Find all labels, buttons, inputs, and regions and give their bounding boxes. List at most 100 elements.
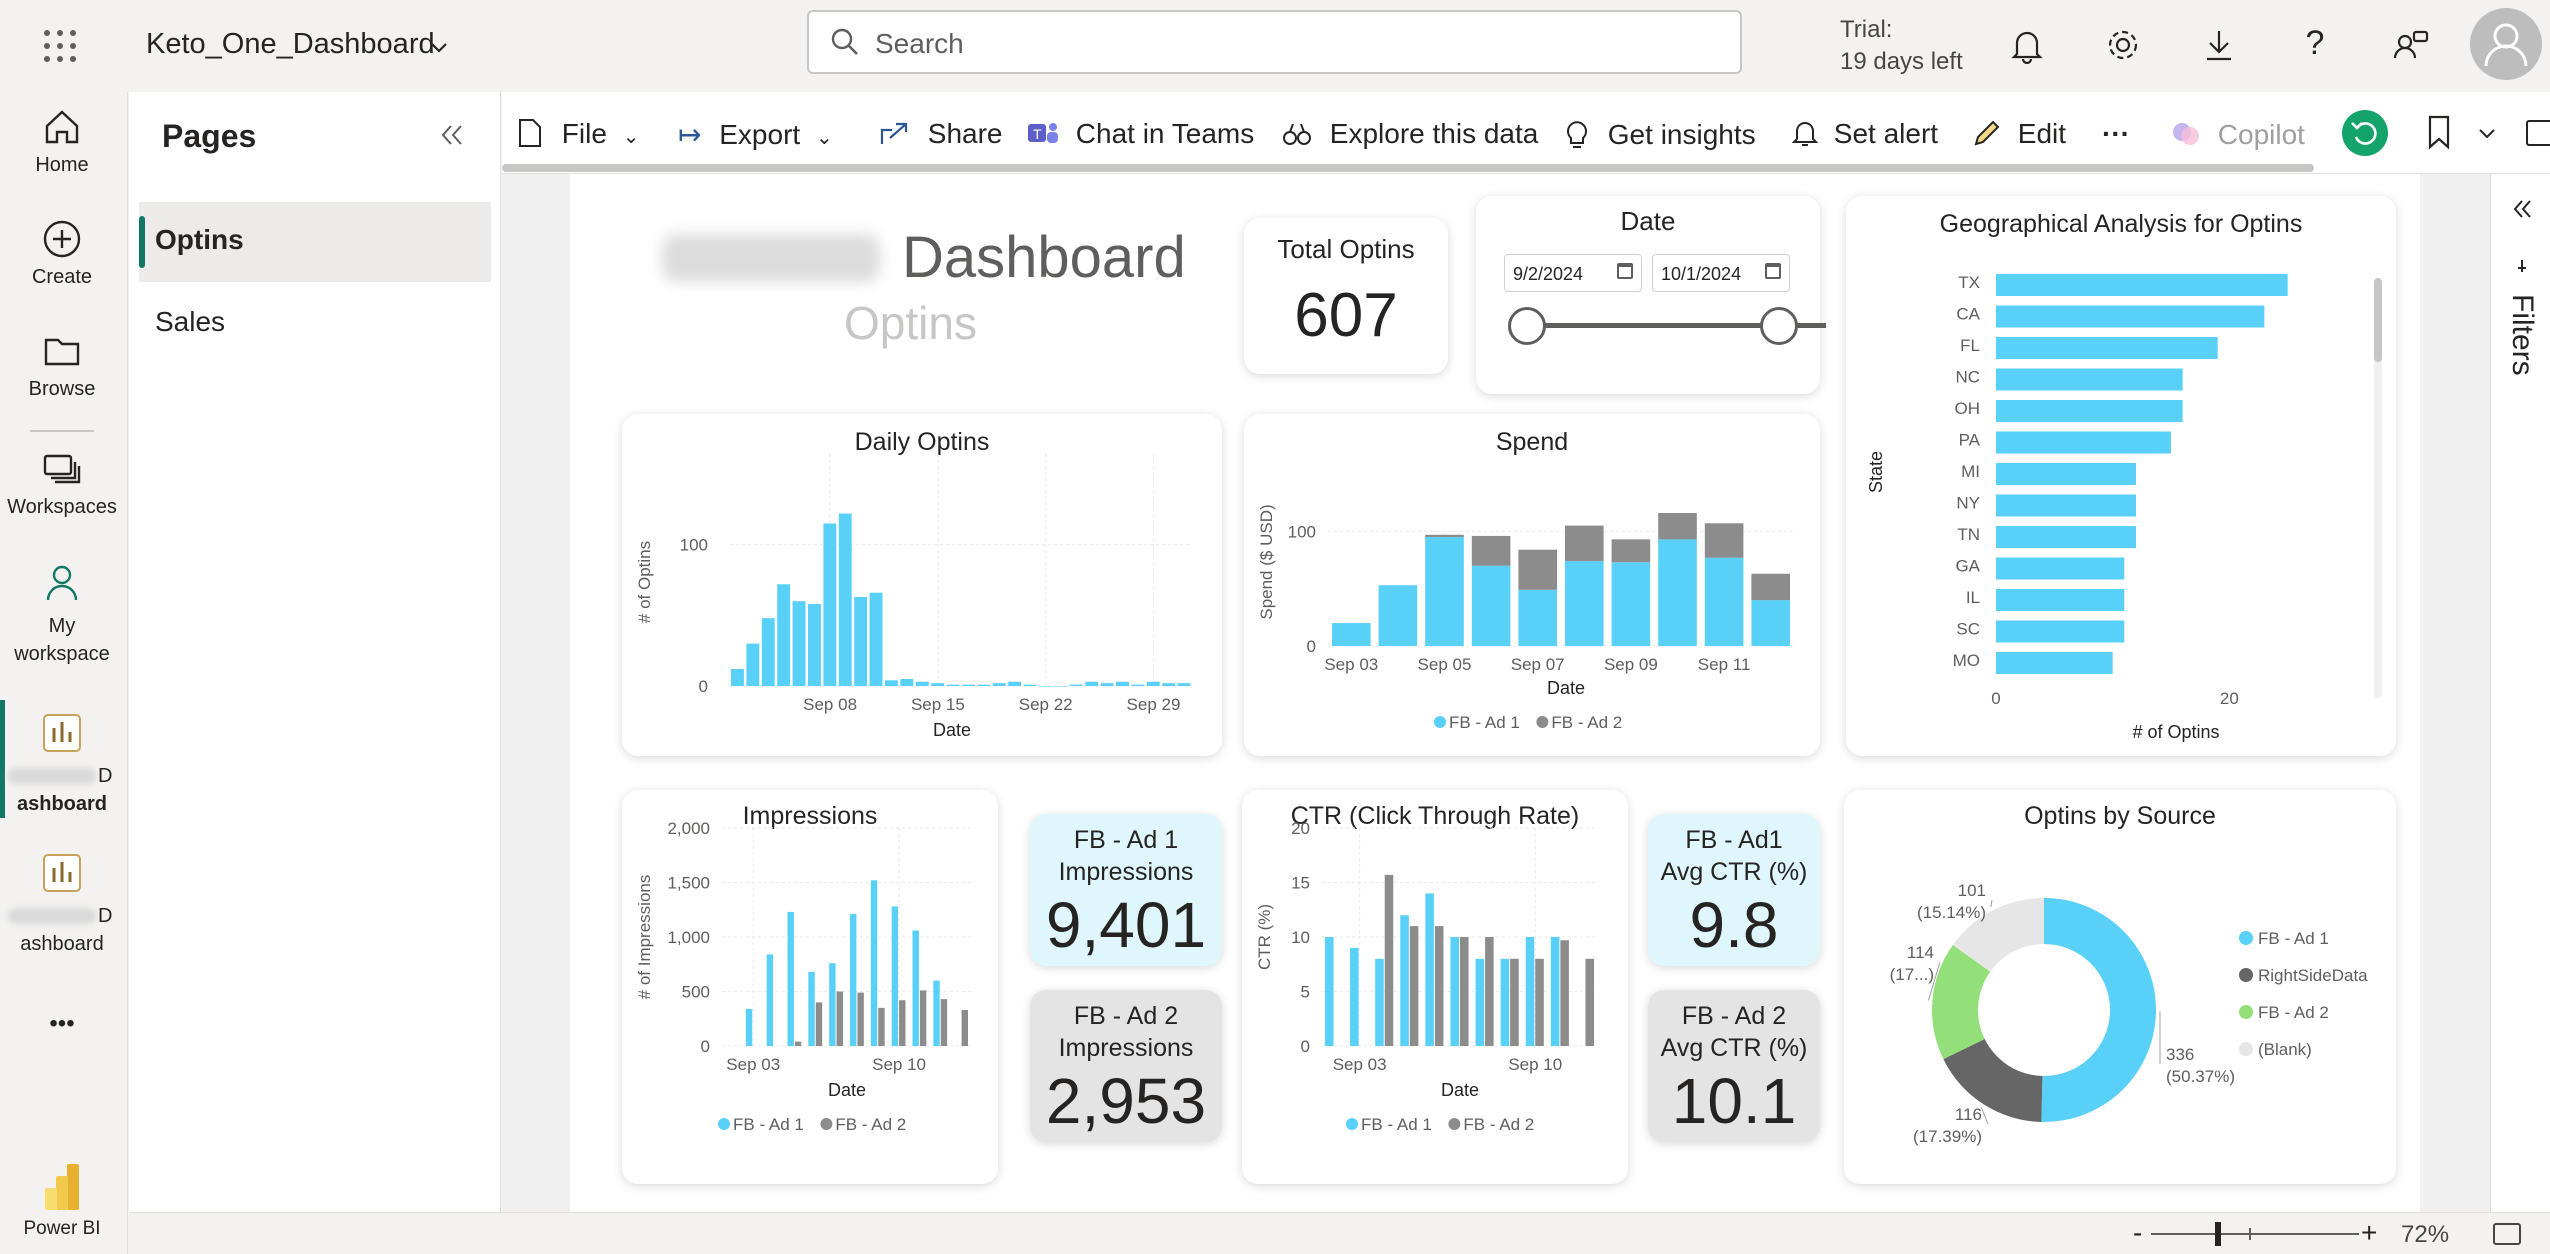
- app-launcher-icon[interactable]: [42, 28, 78, 64]
- fit-to-page-icon[interactable]: [2493, 1223, 2521, 1245]
- nav-my-workspace-label-1: My: [48, 615, 76, 637]
- bar-spend-ad2: [1704, 523, 1744, 558]
- avatar[interactable]: [2470, 8, 2542, 80]
- nav-create[interactable]: Create: [0, 218, 124, 289]
- legend-label: (Blank): [2258, 1040, 2312, 1059]
- bell-icon[interactable]: [2008, 26, 2046, 65]
- chevron-down-icon[interactable]: [428, 36, 450, 58]
- page-tab-optins[interactable]: Optins: [139, 202, 491, 282]
- nav-powerbi[interactable]: Power BI: [0, 1162, 124, 1240]
- zoom-in-button[interactable]: +: [2361, 1217, 2377, 1249]
- file-menu-label: File: [561, 118, 607, 149]
- chevron-down-icon[interactable]: [2476, 122, 2498, 144]
- report-title[interactable]: Keto_One_Dashboard: [146, 28, 435, 61]
- bar-geo-state: [1996, 620, 2125, 643]
- bar-daily-optins: [1054, 686, 1068, 687]
- bar-ad1: [933, 980, 940, 1046]
- edit-label: Edit: [2017, 118, 2067, 149]
- filters-pane-collapsed[interactable]: Filters: [2490, 174, 2550, 1212]
- nav-open-report-2[interactable]: D ashboard: [0, 852, 124, 958]
- more-options-button[interactable]: ···: [2102, 118, 2130, 150]
- date-start-field[interactable]: 9/2/2024: [1504, 254, 1642, 292]
- pages-pane: Pages Optins Sales: [129, 92, 501, 1212]
- fb-ad2-impressions-value: 2,953: [1045, 1065, 1207, 1137]
- optins-by-source-card: Optins by Source 336 (50.37%) 116 (17.39%) 1…: [1844, 790, 2396, 1184]
- search-input[interactable]: Search: [875, 28, 964, 60]
- refresh-icon[interactable]: [2342, 110, 2388, 156]
- fb-ad2-impressions-label-2: Impressions: [1058, 1034, 1194, 1062]
- nav-report-1-label-a: D: [98, 765, 113, 787]
- date-slicer-label: Date: [1620, 206, 1676, 236]
- legend-label: FB - Ad 2: [1463, 1115, 1534, 1134]
- impressions-card: Impressions 0 500 1,000 1,500 2,000 Sep 03 Sep…: [622, 790, 998, 1184]
- share-button[interactable]: Share: [878, 118, 1003, 150]
- view-icon[interactable]: [2526, 120, 2550, 146]
- geo-analysis-card: Geographical Analysis for Optins TX CA FL N…: [1846, 196, 2396, 756]
- y-tick-label: SC: [1956, 620, 1980, 639]
- nav-browse[interactable]: Browse: [0, 330, 124, 401]
- help-icon[interactable]: ?: [2296, 24, 2334, 64]
- data-label-percent: (17...): [1890, 965, 1934, 984]
- download-icon[interactable]: [2200, 26, 2238, 64]
- search-box[interactable]: Search: [807, 10, 1742, 74]
- y-axis-label: # of Optins: [635, 541, 654, 623]
- zoom-out-button[interactable]: -: [2133, 1217, 2142, 1249]
- bar-ad1: [745, 1008, 753, 1046]
- bar-daily-optins: [992, 683, 1006, 686]
- nav-home-label: Home: [35, 154, 89, 176]
- bar-daily-optins: [1100, 683, 1114, 686]
- bar-ad2: [836, 991, 843, 1046]
- data-label-leader: [1990, 899, 1993, 907]
- nav-my-workspace[interactable]: My workspace: [0, 562, 124, 668]
- nav-home[interactable]: Home: [0, 106, 124, 177]
- bookmark-icon[interactable]: [2424, 114, 2454, 150]
- gear-icon[interactable]: [2104, 26, 2142, 64]
- nav-report-1-label-b: ashboard: [16, 793, 108, 815]
- fb-ad2-ctr-label-2: Avg CTR (%): [1660, 1034, 1808, 1062]
- blurred-workspace-name: [8, 768, 96, 784]
- fb-ad1-impressions-value: 9,401: [1045, 889, 1207, 961]
- bar-geo-state: [1996, 652, 2113, 674]
- date-range-handle-end[interactable]: [1760, 307, 1798, 345]
- expand-filters-icon[interactable]: [2509, 196, 2535, 222]
- feedback-icon[interactable]: [2392, 26, 2430, 64]
- zoom-slider-thumb[interactable]: [2215, 1222, 2221, 1246]
- geo-chart-scrollbar[interactable]: [2374, 278, 2382, 698]
- nav-workspaces[interactable]: Workspaces: [0, 448, 124, 519]
- chat-in-teams-button[interactable]: T Chat in Teams: [1026, 118, 1254, 150]
- data-label-value: 101: [1958, 881, 1986, 900]
- set-alert-button[interactable]: Set alert: [1791, 118, 1938, 150]
- geo-chart-scroll-thumb[interactable]: [2374, 278, 2382, 362]
- y-tick-label: 1,500: [667, 874, 710, 893]
- bar-daily-optins: [1085, 681, 1099, 686]
- date-range-handle-start[interactable]: [1508, 307, 1546, 345]
- bar-ad2: [899, 1000, 906, 1046]
- nav-open-report-1[interactable]: D ashboard: [0, 712, 124, 818]
- nav-browse-label: Browse: [28, 378, 96, 400]
- bar-spend-ad2: [1471, 535, 1511, 566]
- legend-marker: [1448, 1118, 1461, 1130]
- y-tick-label: 15: [1291, 874, 1310, 893]
- edit-button[interactable]: Edit: [1972, 118, 2066, 150]
- bar-spend-ad1: [1471, 565, 1511, 646]
- horizontal-scrollbar[interactable]: [502, 164, 2314, 172]
- zoom-level: 72%: [2401, 1221, 2450, 1248]
- get-insights-button[interactable]: Get insights: [1564, 118, 1756, 151]
- x-tick-label: Sep 11: [1698, 655, 1751, 674]
- copilot-button[interactable]: Copilot: [2170, 118, 2305, 151]
- date-end-field[interactable]: 10/1/2024: [1652, 254, 1790, 292]
- y-tick-label: 0: [1307, 637, 1316, 656]
- x-tick-label: Sep 07: [1511, 655, 1565, 674]
- nav-more[interactable]: •••: [0, 1010, 124, 1038]
- file-menu[interactable]: File ⌄: [516, 118, 639, 150]
- rail-divider: [30, 430, 94, 432]
- bar-daily-optins: [838, 513, 852, 686]
- y-axis-label: CTR (%): [1255, 904, 1274, 970]
- page-tab-optins-label: Optins: [155, 224, 244, 255]
- zoom-slider-track[interactable]: [2151, 1233, 2359, 1235]
- page-tab-sales[interactable]: Sales: [139, 284, 491, 364]
- data-label-value: 114: [1907, 943, 1934, 962]
- explore-data-button[interactable]: Explore this data: [1282, 118, 1538, 150]
- export-menu[interactable]: ↦ Export ⌄: [678, 118, 833, 151]
- collapse-pane-icon[interactable]: [437, 120, 467, 150]
